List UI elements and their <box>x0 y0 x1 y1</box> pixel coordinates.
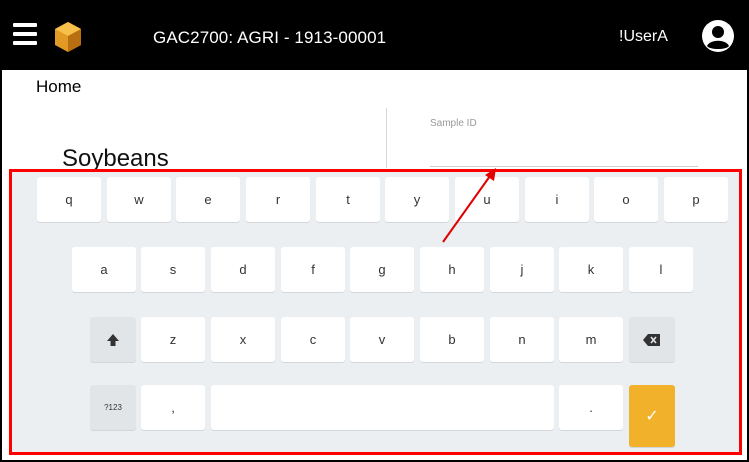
user-name[interactable]: !UserA <box>619 28 668 46</box>
sample-id-input[interactable] <box>430 160 698 167</box>
keyboard-highlight-box <box>9 169 742 455</box>
breadcrumb-home[interactable]: Home <box>36 77 81 97</box>
vertical-divider <box>386 108 387 168</box>
top-app-bar: GAC2700: AGRI - 1913-00001 !UserA <box>2 2 747 70</box>
hamburger-menu-icon[interactable] <box>13 23 43 47</box>
app-logo-icon <box>55 22 81 52</box>
sample-id-label: Sample ID <box>430 118 477 129</box>
account-circle-icon[interactable] <box>701 19 735 53</box>
instrument-title: GAC2700: AGRI - 1913-00001 <box>153 28 387 47</box>
